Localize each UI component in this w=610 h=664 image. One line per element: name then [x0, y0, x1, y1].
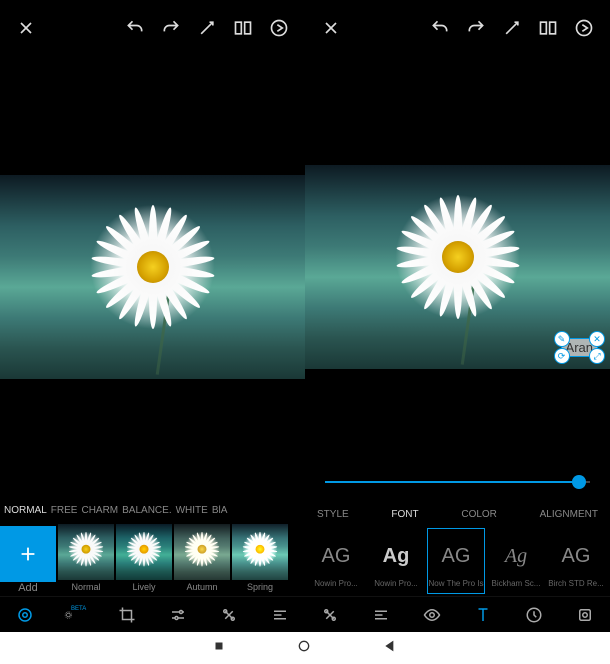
font-option[interactable]: AG Birch STD Re...: [547, 528, 605, 594]
edit-handle-icon[interactable]: ✎: [554, 331, 570, 347]
crop-tool-icon[interactable]: [115, 603, 139, 627]
tab-style[interactable]: STYLE: [317, 509, 349, 520]
redo-icon[interactable]: [458, 10, 494, 46]
visibility-tool-icon[interactable]: [420, 603, 444, 627]
tab-alignment[interactable]: ALIGNMENT: [540, 509, 598, 520]
left-tool-row: BETA: [0, 596, 305, 632]
filter-category[interactable]: NORMAL: [4, 505, 47, 516]
settings-tool-icon[interactable]: [369, 603, 393, 627]
filter-thumb-lively[interactable]: Lively: [116, 524, 172, 594]
nav-back-icon[interactable]: [382, 638, 398, 659]
font-size-slider[interactable]: [325, 475, 590, 489]
filter-category[interactable]: FREE: [51, 505, 78, 516]
filter-category-tabs[interactable]: NORMAL FREE CHARM BALANCE. WHITE BlA: [0, 498, 305, 522]
right-canvas[interactable]: [305, 56, 610, 478]
filter-thumb-normal[interactable]: Normal: [58, 524, 114, 594]
tab-color[interactable]: COLOR: [461, 509, 497, 520]
layers-tool-icon[interactable]: [573, 603, 597, 627]
apply-icon[interactable]: [566, 10, 602, 46]
left-canvas[interactable]: [0, 56, 305, 498]
wand-icon[interactable]: [494, 10, 530, 46]
close-icon[interactable]: [8, 10, 44, 46]
filter-thumb-spring[interactable]: Spring: [232, 524, 288, 594]
system-navbar: [0, 632, 610, 664]
add-filter-button[interactable]: [0, 526, 56, 582]
image-preview: [0, 175, 305, 379]
undo-icon[interactable]: [422, 10, 458, 46]
compare-icon[interactable]: [225, 10, 261, 46]
filter-thumb-autumn[interactable]: Autumn: [174, 524, 230, 594]
time-tool-icon[interactable]: [522, 603, 546, 627]
adjust-tool-icon[interactable]: [13, 603, 37, 627]
right-editor-panel: STYLE FONT COLOR ALIGNMENT AG Nowin Pro.…: [305, 0, 610, 632]
undo-icon[interactable]: [117, 10, 153, 46]
filter-category[interactable]: BALANCE.: [122, 505, 171, 516]
left-editor-panel: NORMAL FREE CHARM BALANCE. WHITE BlA Add…: [0, 0, 305, 632]
filter-category[interactable]: WHITE: [176, 505, 208, 516]
font-swatches: AG Nowin Pro... Ag Nowin Pro... AG Now T…: [305, 526, 610, 596]
resize-handle-icon[interactable]: ⤢: [589, 348, 605, 364]
text-option-tabs: STYLE FONT COLOR ALIGNMENT: [305, 502, 610, 526]
add-label: Add: [0, 582, 56, 594]
filter-category[interactable]: CHARM: [81, 505, 118, 516]
nav-home-icon[interactable]: [296, 638, 312, 659]
rotate-handle-icon[interactable]: ⟳: [554, 348, 570, 364]
redo-icon[interactable]: [153, 10, 189, 46]
font-option-selected[interactable]: AG Now The Pro Is: [427, 528, 485, 594]
font-option[interactable]: AG Nowin Pro...: [307, 528, 365, 594]
font-option[interactable]: Ag Bickham Sc...: [487, 528, 545, 594]
apply-icon[interactable]: [261, 10, 297, 46]
filter-category[interactable]: BlA: [212, 505, 228, 516]
delete-handle-icon[interactable]: ✕: [589, 331, 605, 347]
filter-thumbnails: Add Normal Lively Autumn Spring: [0, 522, 305, 596]
tab-font[interactable]: FONT: [391, 509, 418, 520]
settings-tool-icon[interactable]: [268, 603, 292, 627]
left-topbar: [0, 0, 305, 56]
font-option[interactable]: Ag Nowin Pro...: [367, 528, 425, 594]
tune-tool-icon[interactable]: [166, 603, 190, 627]
compare-icon[interactable]: [530, 10, 566, 46]
nav-recent-icon[interactable]: [212, 639, 226, 658]
right-tool-row: [305, 596, 610, 632]
wand-icon[interactable]: [189, 10, 225, 46]
text-tool-icon[interactable]: [471, 603, 495, 627]
text-overlay-box[interactable]: Aran ✎ ✕ ⟳ ⤢: [561, 338, 598, 357]
heal-tool-icon[interactable]: [318, 603, 342, 627]
heal-tool-icon[interactable]: [217, 603, 241, 627]
effects-tool-icon[interactable]: BETA: [64, 603, 88, 627]
close-icon[interactable]: [313, 10, 349, 46]
right-topbar: [305, 0, 610, 56]
